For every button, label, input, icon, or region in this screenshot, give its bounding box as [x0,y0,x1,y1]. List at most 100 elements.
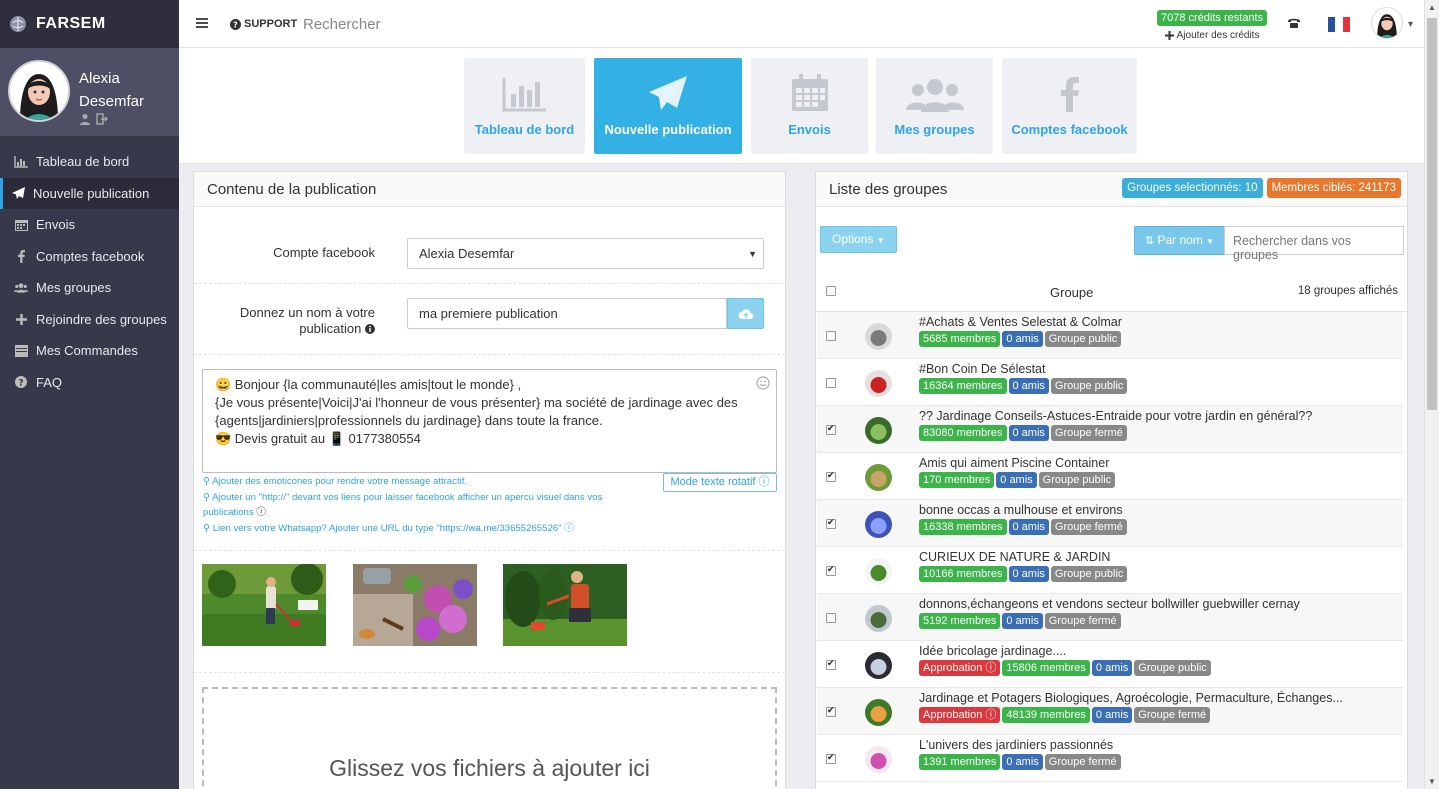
group-row[interactable]: Idée bricolage jardinage.... Approbation … [817,641,1403,688]
badge-text: 5685 membres [923,333,997,345]
scroll-down-icon[interactable]: ▼ [1428,777,1436,786]
group-row[interactable]: CURIEUX DE NATURE & JARDIN 10166 membres 0… [817,547,1403,594]
group-checkbox[interactable] [826,658,836,670]
french-flag-icon[interactable] [1328,17,1350,32]
options-button[interactable]: Options ▼ [820,226,897,253]
group-labels: 83080 membres 0 amis Groupe fermé [919,425,1127,441]
image-thumbnail-hedge-trimming[interactable] [503,564,627,646]
tab-tableau-de-bord[interactable]: Tableau de bord [464,58,585,154]
plus-icon [14,312,28,326]
badge-text: 0 amis [1006,615,1039,627]
menu-toggle-icon[interactable] [196,18,208,28]
logout-icon[interactable] [96,113,108,125]
group-name[interactable]: Jardinage et Potagers Biologiques, Agroé… [919,691,1343,705]
group-labels: Approbation ⓘ 15806 membres 0 amis Groupe p… [919,660,1211,676]
sidebar-item-mes-groupes[interactable]: Mes groupes [0,272,179,304]
user-first-name: Alexia [79,70,120,87]
sidebar-item-nouvelle-publication[interactable]: Nouvelle publication [0,177,179,209]
sidebar-item-tableau-de-bord[interactable]: Tableau de bord [0,146,179,178]
smiley-icon[interactable] [756,376,770,390]
brand[interactable]: FARSEM [0,0,179,48]
image-thumbnail-garden-tools[interactable] [353,564,477,646]
avatar[interactable] [8,60,70,122]
group-name[interactable]: CURIEUX DE NATURE & JARDIN [919,550,1110,564]
caret-down-icon: ▼ [1206,237,1215,246]
tab-comptes-facebook[interactable]: Comptes facebook [1002,58,1137,154]
tab-envois[interactable]: Envois [751,58,868,154]
sidebar-item-envois[interactable]: Envois [0,209,179,241]
badge-text: 0 amis [1006,333,1039,345]
group-row[interactable]: L'univers des jardiniers passionnés 1391 … [817,735,1403,782]
group-row[interactable]: donnons,échangeons et vendons secteur bo… [817,594,1403,641]
sidebar-item-rejoindre-des-groupes[interactable]: Rejoindre des groupes [0,304,179,336]
support-link[interactable]: ? SUPPORT [230,18,297,30]
group-label-badge: 5685 membres [919,331,1001,347]
publication-name-input[interactable]: ma premiere publication [407,298,727,329]
group-name[interactable]: ?? Jardinage Conseils-Astuces-Entraide p… [919,409,1312,423]
user-profile-icon[interactable] [79,113,91,125]
info-icon[interactable]: ⓘ [256,507,266,518]
badge-text: 1391 membres [923,756,997,768]
group-checkbox[interactable] [826,613,836,623]
group-name[interactable]: #Bon Coin De Sélestat [919,362,1045,376]
group-row[interactable]: #Achats & Ventes Selestat & Colmar 5685 m… [817,312,1403,359]
group-name[interactable]: Amis qui aiment Piscine Container [919,456,1109,470]
group-checkbox[interactable] [826,378,836,388]
hint-emoticons: ⚲ Ajouter des emoticones pour rendre vot… [203,474,467,489]
info-icon[interactable] [365,324,375,334]
badge-text: 0 amis [1000,474,1033,486]
tab-nouvelle-publication[interactable]: Nouvelle publication [594,58,742,154]
account-select[interactable]: Alexia Desemfar ▼ [407,238,764,269]
scrollbar[interactable]: ▲ ▼ [1424,0,1439,789]
group-checkbox[interactable] [826,517,836,529]
account-row: Compte facebook Alexia Desemfar ▼ [194,207,785,284]
sidebar-item-mes-commandes[interactable]: Mes Commandes [0,335,179,367]
search-input[interactable]: Rechercher [303,16,381,33]
group-checkbox[interactable] [826,331,836,341]
group-checkbox[interactable] [826,752,836,764]
save-name-button[interactable] [727,298,764,329]
group-search-input[interactable]: Rechercher dans vos groupes [1224,226,1404,262]
tab-label: Comptes facebook [1011,122,1128,137]
group-row[interactable]: ?? Jardinage Conseils-Astuces-Entraide p… [817,406,1403,453]
group-thumbnail [865,746,892,773]
info-icon[interactable]: ⓘ [564,523,574,534]
group-name[interactable]: Idée bricolage jardinage.... [919,644,1066,658]
message-textarea[interactable]: 😀 Bonjour {la communauté|les amis|tout l… [202,369,777,473]
groups-count: 18 groupes affichés [1297,285,1398,297]
group-name[interactable]: #Achats & Ventes Selestat & Colmar [919,315,1122,329]
group-name[interactable]: donnons,échangeons et vendons secteur bo… [919,597,1300,611]
group-name[interactable]: L'univers des jardiniers passionnés [919,738,1113,752]
info-icon[interactable]: ⓘ [982,662,996,674]
group-checkbox[interactable] [826,705,836,717]
file-dropzone[interactable]: Glissez vos fichiers à ajouter ici [202,687,777,789]
chevron-down-icon[interactable]: ▾ [1408,19,1413,30]
group-name[interactable]: bonne occas a mulhouse et environs [919,503,1123,517]
add-credits-link[interactable]: Ajouter des crédits [1157,30,1267,41]
group-checkbox[interactable] [826,564,836,576]
group-checkbox[interactable] [826,423,836,435]
scrollbar-thumb[interactable] [1427,18,1437,410]
info-icon[interactable]: ⓘ [982,709,996,721]
group-label-badge: 5192 membres [919,613,1001,629]
tab-mes-groupes[interactable]: Mes groupes [876,58,993,154]
group-row[interactable]: bonne occas a mulhouse et environs 16338 … [817,500,1403,547]
select-all-checkbox[interactable] [826,286,836,296]
top-avatar[interactable] [1371,7,1403,39]
group-checkbox[interactable] [826,470,836,482]
phone-icon[interactable] [1287,17,1301,29]
hint-text: Lien vers votre Whatsapp? Ajouter une UR… [212,523,562,534]
sort-by-name-button[interactable]: ⇅ Par nom ▼ [1134,226,1225,255]
group-row[interactable]: #Bon Coin De Sélestat 16364 membres 0 amis… [817,359,1403,406]
group-labels: 1391 membres 0 amis Groupe fermé [919,754,1121,770]
group-row[interactable]: Jardinage et Potagers Biologiques, Agroé… [817,688,1403,735]
badge-text: 83080 membres [923,427,1003,439]
sidebar-item-comptes-facebook[interactable]: Comptes facebook [0,241,179,273]
sidebar-item-faq[interactable]: ? FAQ [0,367,179,399]
group-row[interactable]: Amis qui aiment Piscine Container 170 mem… [817,453,1403,500]
credits-box: 7078 crédits restants Ajouter des crédit… [1157,9,1268,41]
image-thumbnail-gardener-mowing[interactable] [202,564,326,646]
rotating-text-mode-button[interactable]: Mode texte rotatif ⓘ [663,473,777,492]
scroll-up-icon[interactable]: ▲ [1428,3,1436,12]
groups-list-panel: Liste des groupes Groupes selectionnés: … [815,171,1408,789]
